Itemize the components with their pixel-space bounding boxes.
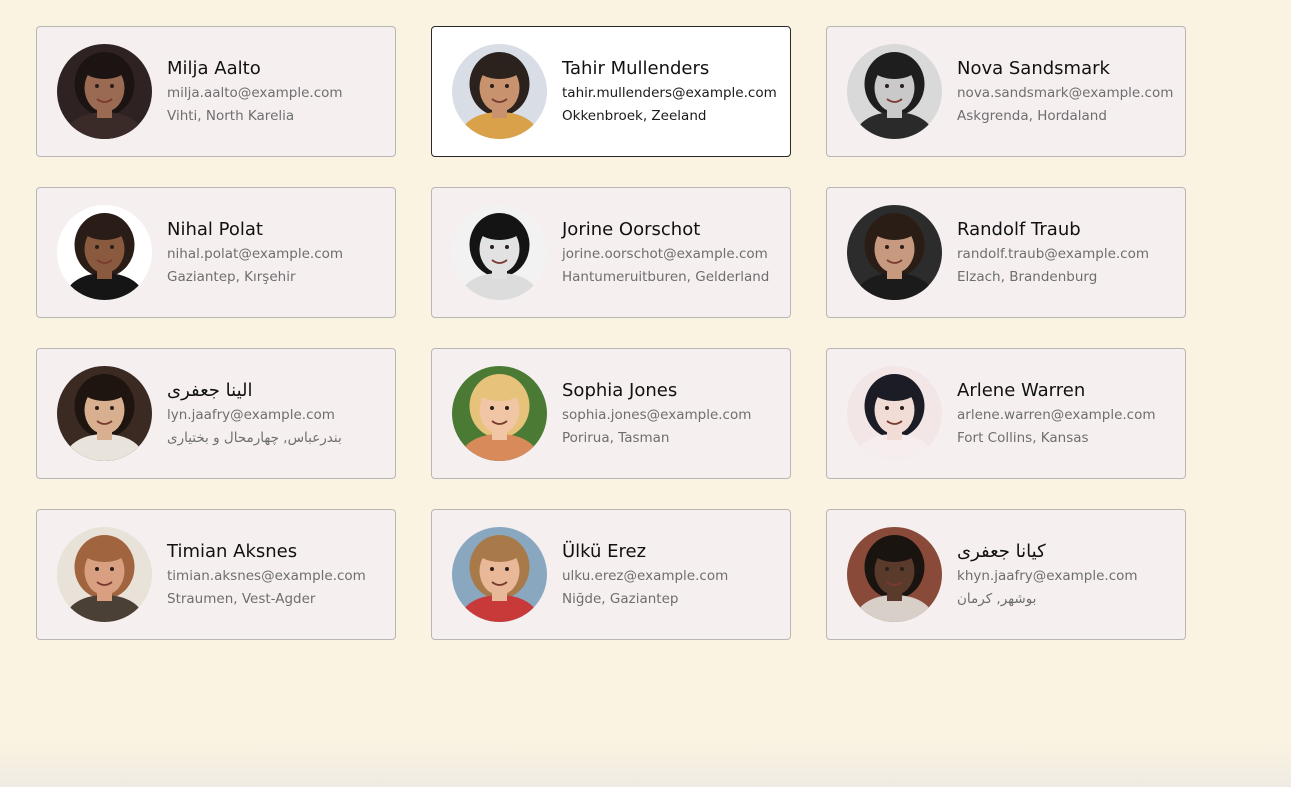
avatar: [452, 366, 547, 461]
person-info: Ülkü Erez ulku.erez@example.com Niğde, G…: [562, 541, 728, 609]
avatar: [847, 366, 942, 461]
person-location: Vihti, North Karelia: [167, 107, 295, 124]
person-info: Nova Sandsmark nova.sandsmark@example.co…: [957, 58, 1173, 126]
person-location: Gaziantep, Kırşehir: [167, 268, 296, 285]
person-card[interactable]: Randolf Traub randolf.traub@example.com …: [826, 187, 1186, 318]
person-location: Askgrenda, Hordaland: [957, 107, 1107, 124]
person-name: Arlene Warren: [957, 379, 1086, 401]
person-name: الينا جعفری: [167, 379, 253, 401]
person-card[interactable]: Ülkü Erez ulku.erez@example.com Niğde, G…: [431, 509, 791, 640]
person-info: Arlene Warren arlene.warren@example.com …: [957, 380, 1156, 448]
person-name: Tahir Mullenders: [562, 57, 710, 79]
person-email: sophia.jones@example.com: [562, 406, 752, 423]
person-name: Sophia Jones: [562, 379, 678, 401]
person-location: Hantumeruitburen, Gelderland: [562, 268, 770, 285]
person-email: arlene.warren@example.com: [957, 406, 1156, 423]
person-name: کیانا جعفری: [957, 540, 1046, 562]
person-email: randolf.traub@example.com: [957, 245, 1149, 262]
person-name: Nihal Polat: [167, 218, 263, 240]
person-email: ulku.erez@example.com: [562, 567, 729, 584]
person-info: کیانا جعفری khyn.jaafry@example.com بوشه…: [957, 541, 1138, 609]
person-email: milja.aalto@example.com: [167, 84, 343, 101]
person-location: Fort Collins, Kansas: [957, 429, 1089, 446]
people-grid: Milja Aalto milja.aalto@example.com Viht…: [36, 26, 1186, 640]
person-info: Jorine Oorschot jorine.oorschot@example.…: [562, 219, 769, 287]
person-card[interactable]: الينا جعفری lyn.jaafry@example.com بندرع…: [36, 348, 396, 479]
avatar: [847, 527, 942, 622]
avatar: [847, 205, 942, 300]
person-email: jorine.oorschot@example.com: [562, 245, 768, 262]
person-info: الينا جعفری lyn.jaafry@example.com بندرع…: [167, 380, 342, 448]
person-email: lyn.jaafry@example.com: [167, 406, 335, 423]
person-info: Tahir Mullenders tahir.mullenders@exampl…: [562, 58, 777, 126]
bottom-shadow: [0, 743, 1291, 787]
avatar: [452, 205, 547, 300]
avatar: [452, 527, 547, 622]
person-card[interactable]: Timian Aksnes timian.aksnes@example.com …: [36, 509, 396, 640]
person-card[interactable]: Nihal Polat nihal.polat@example.com Gazi…: [36, 187, 396, 318]
person-card[interactable]: Nova Sandsmark nova.sandsmark@example.co…: [826, 26, 1186, 157]
person-name: Timian Aksnes: [167, 540, 298, 562]
person-email: nova.sandsmark@example.com: [957, 84, 1174, 101]
avatar: [57, 44, 152, 139]
person-card[interactable]: Sophia Jones sophia.jones@example.com Po…: [431, 348, 791, 479]
avatar: [57, 366, 152, 461]
person-card[interactable]: Arlene Warren arlene.warren@example.com …: [826, 348, 1186, 479]
person-name: Ülkü Erez: [562, 540, 647, 562]
person-info: Randolf Traub randolf.traub@example.com …: [957, 219, 1149, 287]
avatar: [847, 44, 942, 139]
person-email: tahir.mullenders@example.com: [562, 84, 777, 101]
person-card[interactable]: Tahir Mullenders tahir.mullenders@exampl…: [431, 26, 791, 157]
avatar: [57, 205, 152, 300]
person-location: Porirua, Tasman: [562, 429, 670, 446]
person-location: Okkenbroek, Zeeland: [562, 107, 707, 124]
person-info: Sophia Jones sophia.jones@example.com Po…: [562, 380, 751, 448]
person-location: Niğde, Gaziantep: [562, 590, 679, 607]
person-info: Timian Aksnes timian.aksnes@example.com …: [167, 541, 366, 609]
person-name: Randolf Traub: [957, 218, 1081, 240]
person-info: Milja Aalto milja.aalto@example.com Viht…: [167, 58, 343, 126]
person-location: Straumen, Vest-Agder: [167, 590, 316, 607]
person-name: Milja Aalto: [167, 57, 261, 79]
avatar: [57, 527, 152, 622]
person-card[interactable]: کیانا جعفری khyn.jaafry@example.com بوشه…: [826, 509, 1186, 640]
person-card[interactable]: Jorine Oorschot jorine.oorschot@example.…: [431, 187, 791, 318]
avatar: [452, 44, 547, 139]
person-name: Jorine Oorschot: [562, 218, 701, 240]
person-location: Elzach, Brandenburg: [957, 268, 1098, 285]
person-name: Nova Sandsmark: [957, 57, 1110, 79]
person-location: بندرعباس, چهارمحال و بختیاری: [167, 429, 342, 446]
person-email: timian.aksnes@example.com: [167, 567, 366, 584]
person-card[interactable]: Milja Aalto milja.aalto@example.com Viht…: [36, 26, 396, 157]
person-email: khyn.jaafry@example.com: [957, 567, 1138, 584]
person-email: nihal.polat@example.com: [167, 245, 344, 262]
person-location: بوشهر, کرمان: [957, 590, 1037, 607]
person-info: Nihal Polat nihal.polat@example.com Gazi…: [167, 219, 343, 287]
